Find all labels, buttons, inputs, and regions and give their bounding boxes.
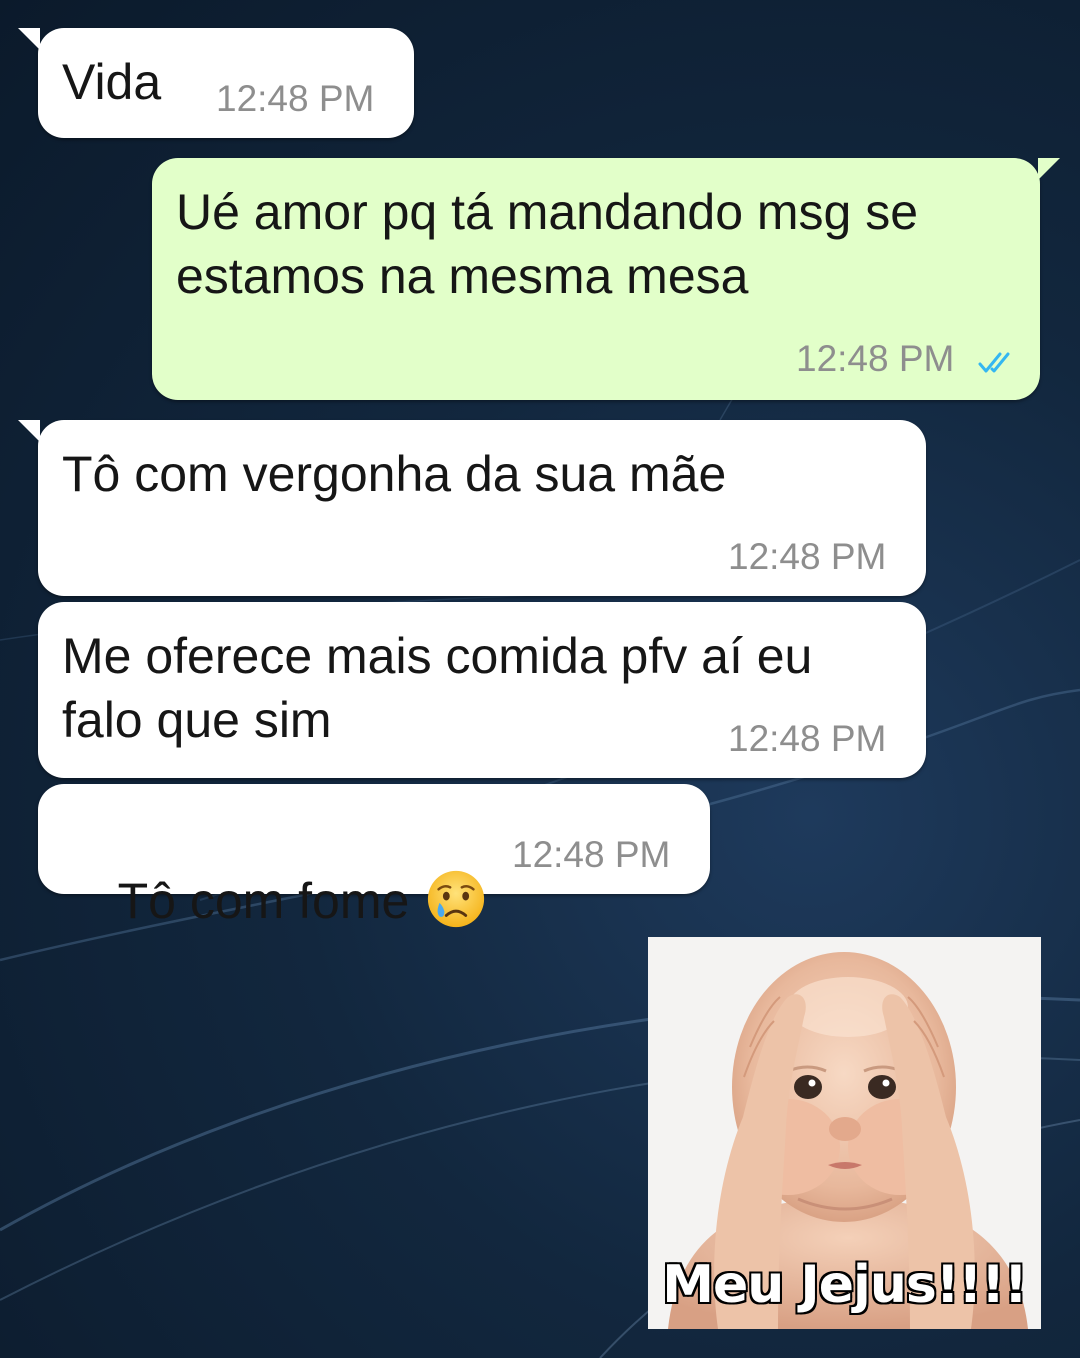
message-timestamp: 12:48 PM	[728, 718, 887, 759]
message-text: Vida	[62, 54, 162, 110]
double-check-read-icon	[978, 352, 1010, 373]
message-text: Tô com vergonha da sua mãe	[62, 446, 727, 502]
message-timestamp: 12:48 PM	[728, 536, 887, 577]
bubble-tail	[18, 28, 40, 50]
message-text-content: Tô com fome	[117, 873, 410, 929]
message-bubble-outgoing[interactable]: Ué amor pq tá mandando msg se estamos na…	[152, 158, 1060, 400]
message-timestamp: 12:48 PM	[796, 338, 955, 379]
message-timestamp: 12:48 PM	[512, 834, 671, 875]
message-timestamp: 12:48 PM	[216, 78, 375, 119]
message-bubble-incoming[interactable]: Tô com fome 12:48 PM	[38, 784, 710, 929]
bubble-tail	[1038, 158, 1060, 180]
bubble-tail	[18, 420, 40, 442]
message-text: Ué amor pq tá mandando msg se estamos na…	[176, 184, 932, 304]
message-bubble-incoming[interactable]: Vida 12:48 PM	[18, 28, 414, 138]
message-text: Tô com fome	[62, 804, 487, 997]
sticker-caption: Meu Jejus!!!!	[661, 1254, 1029, 1317]
message-bubble-incoming[interactable]: Tô com vergonha da sua mãe 12:48 PM	[18, 420, 926, 596]
crying-face-emoji	[428, 870, 485, 928]
baby-holding-head-sticker[interactable]: Meu Jejus!!!!	[648, 937, 1041, 1329]
message-bubble-incoming[interactable]: Me oferece mais comida pfv aí eu falo qu…	[38, 602, 926, 778]
